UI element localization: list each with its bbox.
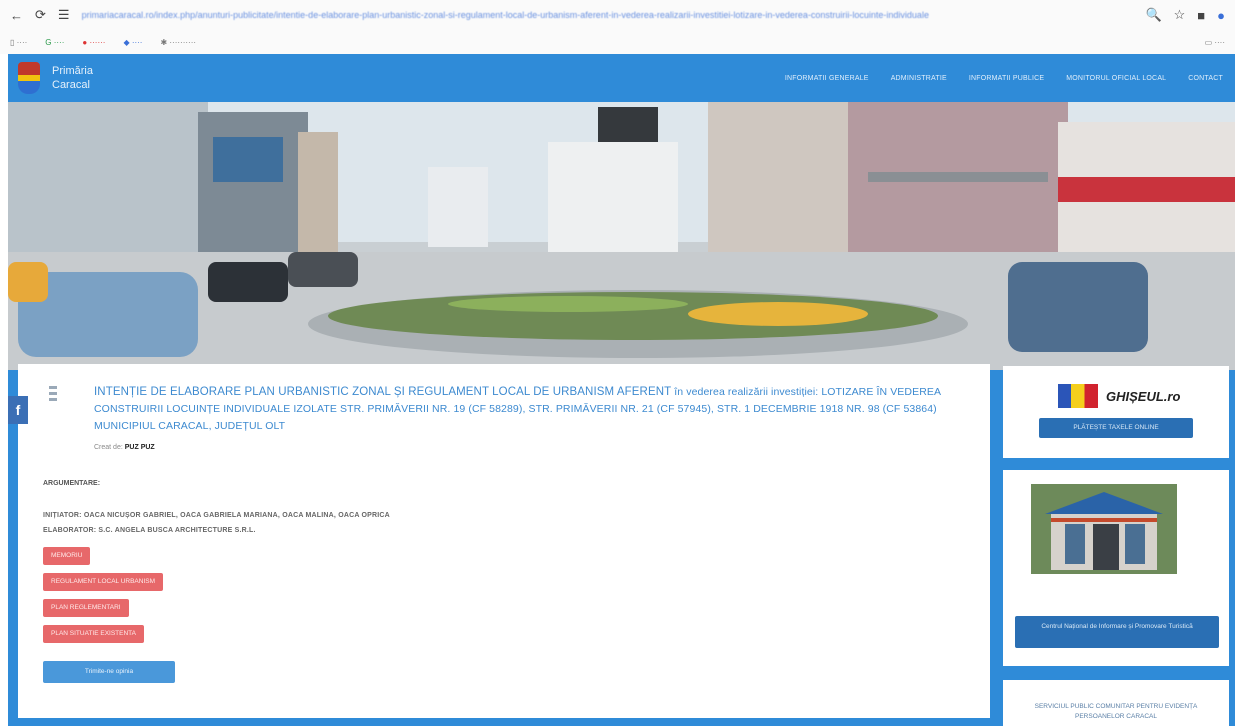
menu-item-informatii-generale[interactable]: INFORMATII GENERALE bbox=[785, 75, 869, 82]
site-name-line2: Caracal bbox=[52, 79, 90, 91]
plan-reglementari-button[interactable]: PLAN REGLEMENTARI bbox=[43, 599, 129, 617]
extension-icon[interactable]: ■ bbox=[1197, 8, 1205, 23]
bookmark-folder[interactable]: ▭ ···· bbox=[1205, 38, 1225, 47]
meta-author: PUZ PUZ bbox=[124, 444, 155, 451]
info-center-photo[interactable] bbox=[1031, 484, 1177, 574]
street-photo bbox=[8, 102, 1235, 370]
info-center-widget: Centrul Național de Informare și Promova… bbox=[1003, 470, 1229, 666]
tune-icon[interactable]: ☰ bbox=[58, 7, 70, 23]
article-argument: ARGUMENTARE: bbox=[43, 479, 963, 489]
opinion-button[interactable]: Trimite-ne opinia bbox=[43, 661, 175, 683]
meta-label: Creat de: bbox=[94, 444, 123, 451]
ghiseul-logo[interactable]: GHIȘEUL.ro bbox=[1058, 384, 1180, 408]
main-menu: INFORMATII GENERALE ADMINISTRATIE INFORM… bbox=[785, 75, 1235, 82]
browser-toolbar: ← ⟳ ☰ primariacaracal.ro/index.php/anunt… bbox=[0, 0, 1235, 30]
bookmark-item[interactable]: G ···· bbox=[45, 38, 64, 47]
ghiseul-widget: GHIȘEUL.ro PLĂTEȘTE TAXELE ONLINE bbox=[1003, 366, 1229, 458]
profile-icon[interactable]: ● bbox=[1217, 8, 1225, 23]
menu-item-monitorul-oficial[interactable]: MONITORUL OFICIAL LOCAL bbox=[1066, 75, 1166, 82]
site-name[interactable]: Primăria Caracal bbox=[52, 64, 93, 92]
bookmark-item[interactable]: ▯ ···· bbox=[10, 38, 27, 47]
star-icon[interactable]: ☆ bbox=[1174, 7, 1186, 23]
argument-label: ARGUMENTARE: bbox=[43, 480, 101, 487]
calendar-icon bbox=[44, 386, 62, 422]
article-title: INTENȚIE DE ELABORARE PLAN URBANISTIC ZO… bbox=[94, 384, 944, 435]
menu-item-informatii-publice[interactable]: INFORMATII PUBLICE bbox=[969, 75, 1044, 82]
pay-taxes-button[interactable]: PLĂTEȘTE TAXELE ONLINE bbox=[1039, 418, 1193, 438]
facebook-share-icon[interactable]: f bbox=[8, 396, 28, 424]
memoriu-button[interactable]: MEMORIU bbox=[43, 547, 91, 565]
menu-item-contact[interactable]: CONTACT bbox=[1188, 75, 1223, 82]
menu-item-administratie[interactable]: ADMINISTRATIE bbox=[891, 75, 947, 82]
romania-flag-icon bbox=[1058, 384, 1098, 408]
reload-icon[interactable]: ⟳ bbox=[35, 7, 46, 23]
back-icon[interactable]: ← bbox=[10, 8, 23, 23]
initiator-line: INIȚIATOR: OACA NICUȘOR GABRIEL, OACA GA… bbox=[43, 512, 390, 519]
regulament-button[interactable]: REGULAMENT LOCAL URBANISM bbox=[43, 573, 164, 591]
elaborator-line: ELABORATOR: S.C. ANGELA BUSCA ARCHITECTU… bbox=[43, 527, 256, 534]
info-center-button[interactable]: Centrul Național de Informare și Promova… bbox=[1015, 616, 1219, 648]
address-bar[interactable]: primariacaracal.ro/index.php/anunturi-pu… bbox=[82, 6, 1134, 24]
article-title-main: INTENȚIE DE ELABORARE PLAN URBANISTIC ZO… bbox=[94, 386, 672, 398]
bookmark-item[interactable]: ✱ ·········· bbox=[160, 38, 196, 47]
hero-banner-image bbox=[8, 102, 1235, 370]
coat-of-arms-logo[interactable] bbox=[18, 62, 40, 94]
zoom-icon[interactable]: 🔍 bbox=[1145, 7, 1161, 23]
ghiseul-brand: GHIȘEUL.ro bbox=[1106, 388, 1181, 404]
plan-situatie-button[interactable]: PLAN SITUATIE EXISTENTA bbox=[43, 625, 144, 643]
bookmark-item[interactable]: ● ······ bbox=[82, 38, 105, 47]
evidenta-link[interactable]: SERVICIUL PUBLIC COMUNITAR PENTRU EVIDEN… bbox=[1003, 680, 1229, 722]
site-navbar: Primăria Caracal INFORMATII GENERALE ADM… bbox=[8, 54, 1235, 102]
site-name-line1: Primăria bbox=[52, 65, 93, 77]
bookmarks-bar: ▯ ···· G ···· ● ······ ◆ ···· ✱ ········… bbox=[0, 30, 1235, 54]
evidenta-widget: SERVICIUL PUBLIC COMUNITAR PENTRU EVIDEN… bbox=[1003, 680, 1229, 726]
bookmark-item[interactable]: ◆ ···· bbox=[123, 38, 142, 47]
article-meta: Creat de: PUZ PUZ bbox=[94, 444, 155, 451]
